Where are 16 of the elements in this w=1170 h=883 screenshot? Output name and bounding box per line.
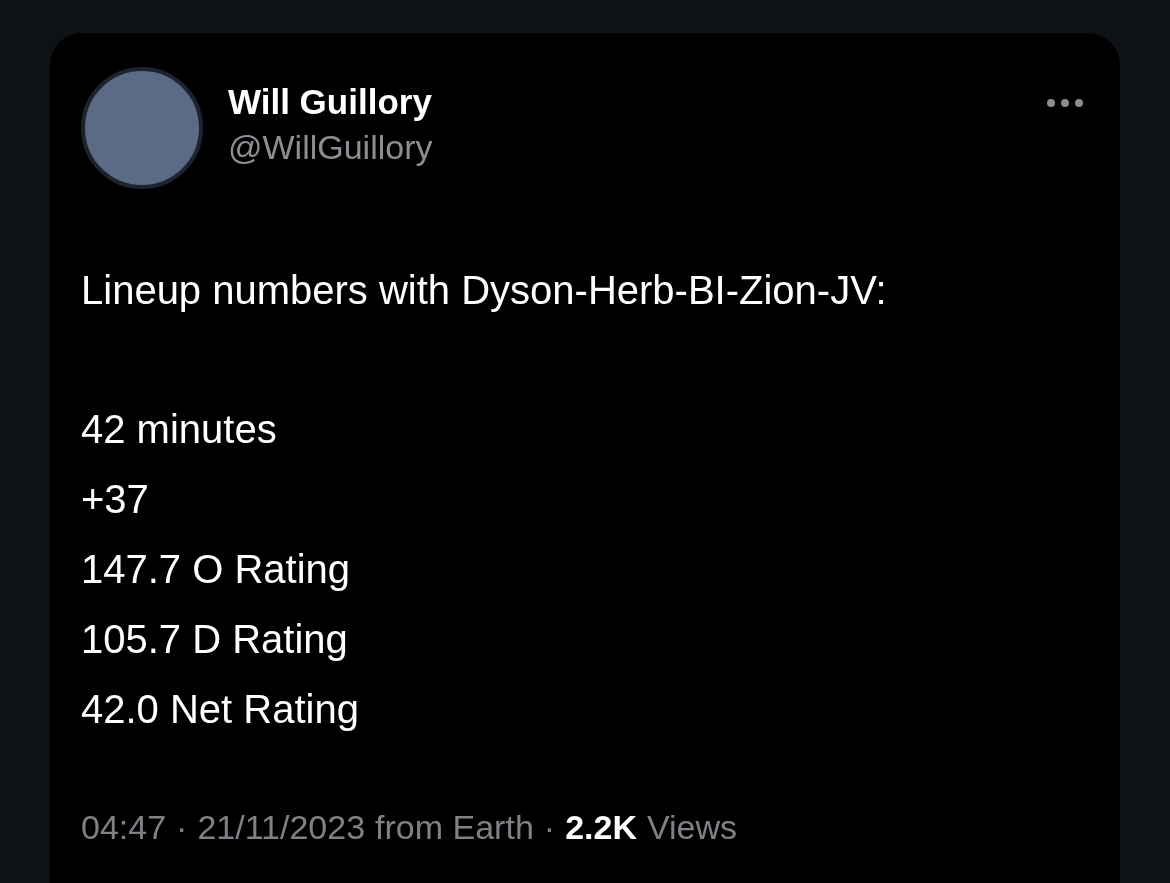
stat-line: +37 (81, 476, 149, 523)
stat-line: 105.7 D Rating (81, 616, 348, 663)
author-handle[interactable]: @WillGuillory (228, 123, 433, 171)
stat-line: 42.0 Net Rating (81, 686, 359, 733)
separator-dot: · (543, 807, 556, 848)
more-options-icon[interactable] (1046, 98, 1084, 108)
post-text: Lineup numbers with Dyson-Herb-BI-Zion-JV: (81, 267, 888, 314)
stat-line: 147.7 O Rating (81, 546, 351, 593)
post-source: from Earth (375, 807, 534, 848)
post-date: 21/11/2023 (197, 807, 366, 848)
stat-line: 42 minutes (81, 406, 277, 453)
separator-dot: · (176, 807, 188, 848)
views-count: 2.2K (565, 807, 637, 848)
post-time: 04:47 (81, 807, 167, 848)
author-name[interactable]: Will Guillory (228, 81, 433, 123)
views-label: Views (646, 807, 738, 848)
